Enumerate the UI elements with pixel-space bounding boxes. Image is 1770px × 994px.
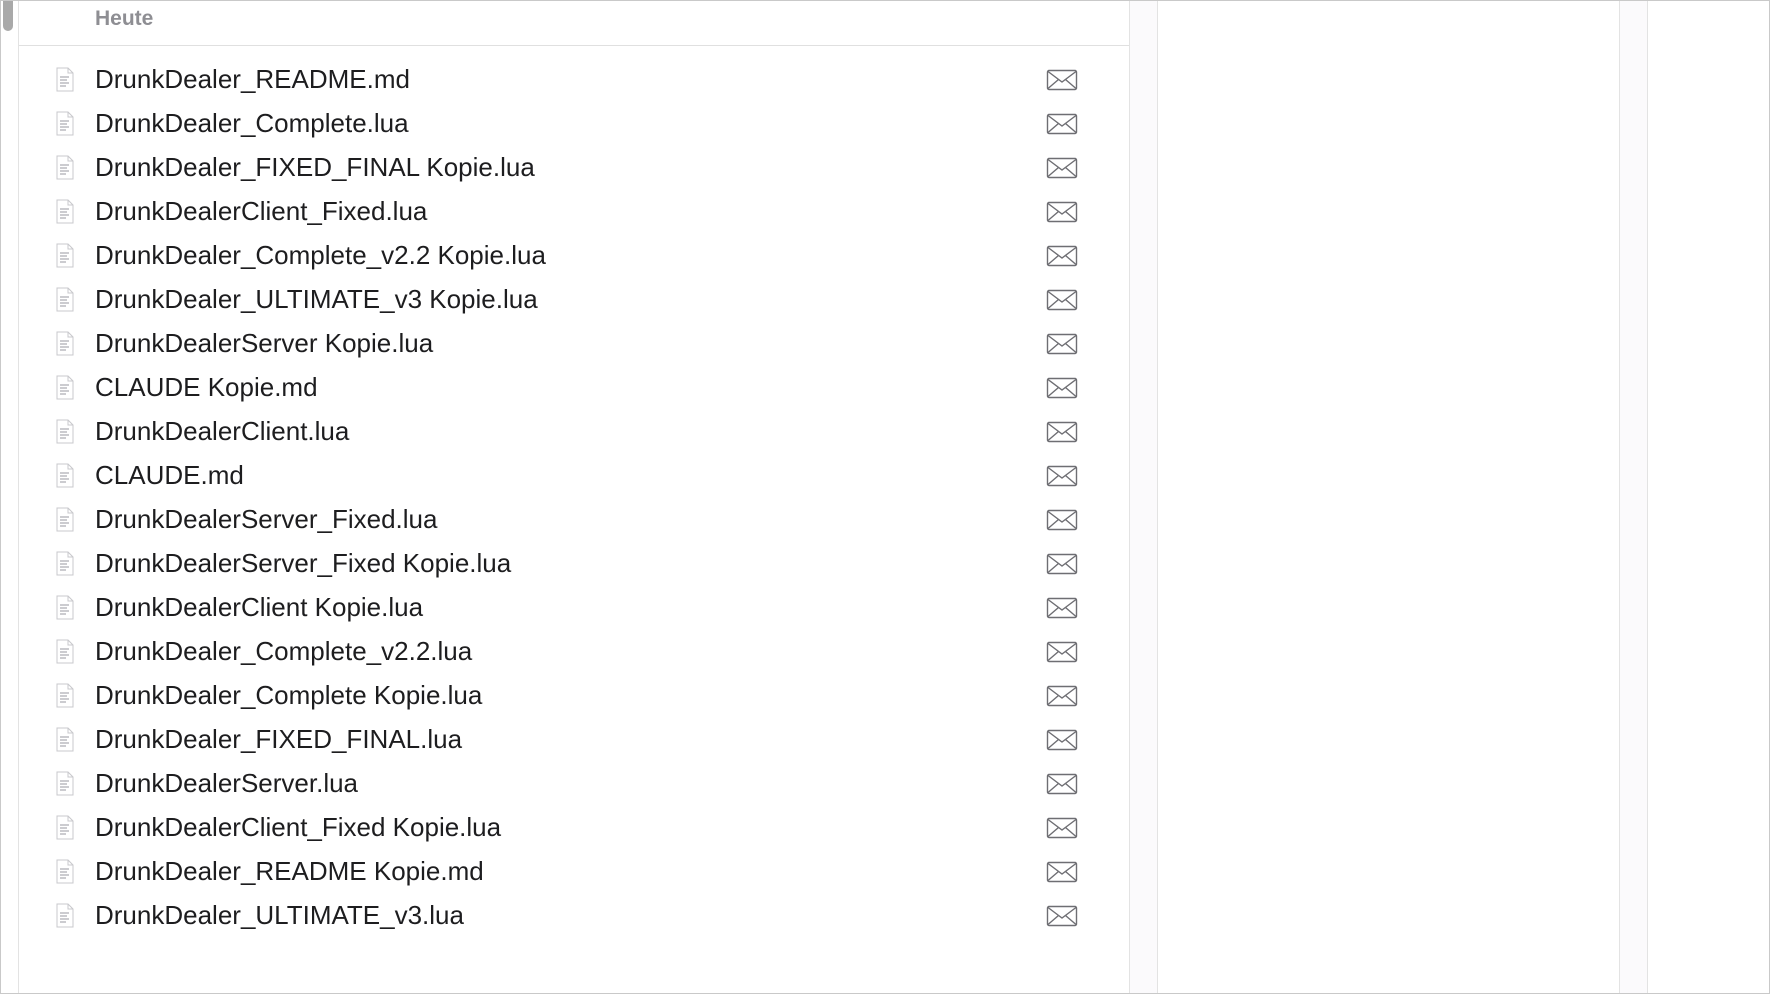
file-name: DrunkDealerClient.lua: [95, 416, 350, 446]
document-icon: [55, 727, 75, 752]
file-name: DrunkDealer_ULTIMATE_v3 Kopie.lua: [95, 284, 538, 314]
document-icon: [55, 815, 75, 840]
column-divider[interactable]: [1647, 1, 1648, 993]
file-row[interactable]: DrunkDealer_README.md: [19, 59, 1129, 103]
file-row[interactable]: DrunkDealerServer Kopie.lua: [19, 323, 1129, 367]
file-name: DrunkDealer_Complete_v2.2.lua: [95, 636, 473, 666]
document-icon: [55, 507, 75, 532]
document-icon: [55, 375, 75, 400]
file-name: CLAUDE.md: [95, 460, 244, 490]
file-row[interactable]: DrunkDealer_ULTIMATE_v3.lua: [19, 895, 1129, 939]
file-row[interactable]: DrunkDealerClient.lua: [19, 411, 1129, 455]
mail-icon[interactable]: [1046, 772, 1078, 796]
column-divider[interactable]: [1157, 1, 1158, 993]
document-icon: [55, 859, 75, 884]
document-icon: [55, 199, 75, 224]
file-name: CLAUDE Kopie.md: [95, 372, 318, 402]
mail-icon[interactable]: [1046, 640, 1078, 664]
file-row[interactable]: DrunkDealer_FIXED_FINAL Kopie.lua: [19, 147, 1129, 191]
mail-icon[interactable]: [1046, 860, 1078, 884]
file-row[interactable]: DrunkDealer_Complete_v2.2.lua: [19, 631, 1129, 675]
group-header-title: Heute: [95, 7, 154, 30]
finder-window: Heute DrunkDealer_README.md DrunkDealer_C…: [0, 0, 1770, 994]
mail-icon[interactable]: [1046, 244, 1078, 268]
document-icon: [55, 551, 75, 576]
file-row[interactable]: DrunkDealerClient_Fixed Kopie.lua: [19, 807, 1129, 851]
file-row[interactable]: DrunkDealer_README Kopie.md: [19, 851, 1129, 895]
document-icon: [55, 419, 75, 444]
mail-icon[interactable]: [1046, 552, 1078, 576]
mail-icon[interactable]: [1046, 112, 1078, 136]
mail-icon[interactable]: [1046, 816, 1078, 840]
mail-icon[interactable]: [1046, 464, 1078, 488]
document-icon: [55, 595, 75, 620]
file-name: DrunkDealer_FIXED_FINAL.lua: [95, 724, 463, 754]
column-strip: [1130, 1, 1157, 993]
file-name: DrunkDealerServer.lua: [95, 768, 359, 798]
file-name: DrunkDealerClient_Fixed Kopie.lua: [95, 812, 502, 842]
file-row[interactable]: DrunkDealer_FIXED_FINAL.lua: [19, 719, 1129, 763]
file-row[interactable]: DrunkDealerServer.lua: [19, 763, 1129, 807]
file-row[interactable]: CLAUDE.md: [19, 455, 1129, 499]
document-icon: [55, 903, 75, 928]
file-name: DrunkDealerServer_Fixed Kopie.lua: [95, 548, 512, 578]
file-name: DrunkDealer_ULTIMATE_v3.lua: [95, 900, 464, 930]
mail-icon[interactable]: [1046, 420, 1078, 444]
mail-icon[interactable]: [1046, 596, 1078, 620]
file-name: DrunkDealerServer_Fixed.lua: [95, 504, 438, 534]
file-row[interactable]: DrunkDealer_Complete Kopie.lua: [19, 675, 1129, 719]
file-name: DrunkDealer_README.md: [95, 64, 410, 94]
file-name: DrunkDealer_FIXED_FINAL Kopie.lua: [95, 152, 535, 182]
document-icon: [55, 771, 75, 796]
mail-icon[interactable]: [1046, 156, 1078, 180]
mail-icon[interactable]: [1046, 508, 1078, 532]
document-icon: [55, 287, 75, 312]
document-icon: [55, 463, 75, 488]
file-name: DrunkDealer_README Kopie.md: [95, 856, 484, 886]
file-row[interactable]: DrunkDealer_Complete_v2.2 Kopie.lua: [19, 235, 1129, 279]
scrollbar-thumb[interactable]: [3, 1, 13, 31]
document-icon: [55, 639, 75, 664]
file-row[interactable]: DrunkDealerClient_Fixed.lua: [19, 191, 1129, 235]
file-row[interactable]: DrunkDealer_Complete.lua: [19, 103, 1129, 147]
file-name: DrunkDealerClient_Fixed.lua: [95, 196, 428, 226]
file-name: DrunkDealer_Complete.lua: [95, 108, 409, 138]
mail-icon[interactable]: [1046, 728, 1078, 752]
file-row[interactable]: DrunkDealer_ULTIMATE_v3 Kopie.lua: [19, 279, 1129, 323]
file-name: DrunkDealerClient Kopie.lua: [95, 592, 424, 622]
file-name: DrunkDealerServer Kopie.lua: [95, 328, 434, 358]
mail-icon[interactable]: [1046, 332, 1078, 356]
mail-icon[interactable]: [1046, 904, 1078, 928]
document-icon: [55, 155, 75, 180]
file-name: DrunkDealer_Complete Kopie.lua: [95, 680, 483, 710]
document-icon: [55, 111, 75, 136]
file-list-panel: Heute DrunkDealer_README.md DrunkDealer_C…: [19, 1, 1129, 993]
document-icon: [55, 67, 75, 92]
group-header: Heute: [19, 1, 1129, 46]
mail-icon[interactable]: [1046, 376, 1078, 400]
file-row[interactable]: DrunkDealerServer_Fixed Kopie.lua: [19, 543, 1129, 587]
mail-icon[interactable]: [1046, 684, 1078, 708]
document-icon: [55, 243, 75, 268]
mail-icon[interactable]: [1046, 68, 1078, 92]
document-icon: [55, 331, 75, 356]
file-row[interactable]: CLAUDE Kopie.md: [19, 367, 1129, 411]
mail-icon[interactable]: [1046, 288, 1078, 312]
file-row[interactable]: DrunkDealerClient Kopie.lua: [19, 587, 1129, 631]
document-icon: [55, 683, 75, 708]
column-strip: [1620, 1, 1647, 993]
file-row[interactable]: DrunkDealerServer_Fixed.lua: [19, 499, 1129, 543]
file-list: DrunkDealer_README.md DrunkDealer_Complet…: [19, 59, 1129, 939]
file-name: DrunkDealer_Complete_v2.2 Kopie.lua: [95, 240, 546, 270]
mail-icon[interactable]: [1046, 200, 1078, 224]
